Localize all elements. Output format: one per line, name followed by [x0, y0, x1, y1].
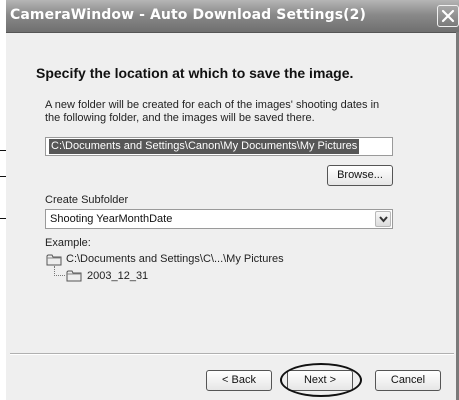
chevron-down-icon — [379, 216, 388, 223]
page-heading: Specify the location at which to save th… — [36, 65, 354, 81]
title-bar: CameraWindow - Auto Download Settings(2) — [6, 0, 459, 33]
folder-icon — [46, 254, 62, 266]
dropdown-button[interactable] — [375, 211, 391, 227]
browse-button[interactable]: Browse... — [327, 165, 393, 186]
create-subfolder-select[interactable]: Shooting YearMonthDate — [45, 209, 393, 229]
footer-divider — [10, 353, 454, 355]
window-title: CameraWindow - Auto Download Settings(2) — [10, 7, 367, 23]
cancel-button[interactable]: Cancel — [375, 370, 441, 391]
save-location-path[interactable]: C:\Documents and Settings\Canon\My Docum… — [49, 139, 360, 154]
tree-connector — [54, 266, 65, 276]
create-subfolder-label: Create Subfolder — [45, 194, 129, 206]
folder-icon — [66, 270, 82, 282]
dialog-window: CameraWindow - Auto Download Settings(2)… — [6, 0, 459, 400]
next-button-highlight — [280, 363, 362, 397]
back-button[interactable]: < Back — [206, 370, 272, 391]
create-subfolder-value[interactable]: Shooting YearMonthDate — [50, 213, 172, 225]
example-date-folder: 2003_12_31 — [87, 270, 149, 282]
dialog-body: Specify the location at which to save th… — [6, 33, 459, 400]
close-button[interactable] — [437, 5, 459, 27]
close-icon — [441, 9, 455, 23]
save-location-field[interactable]: C:\Documents and Settings\Canon\My Docum… — [45, 137, 393, 156]
example-label: Example: — [45, 237, 91, 249]
page-description: A new folder will be created for each of… — [45, 99, 380, 124]
example-root-folder: C:\Documents and Settings\C\...\My Pictu… — [66, 253, 284, 265]
